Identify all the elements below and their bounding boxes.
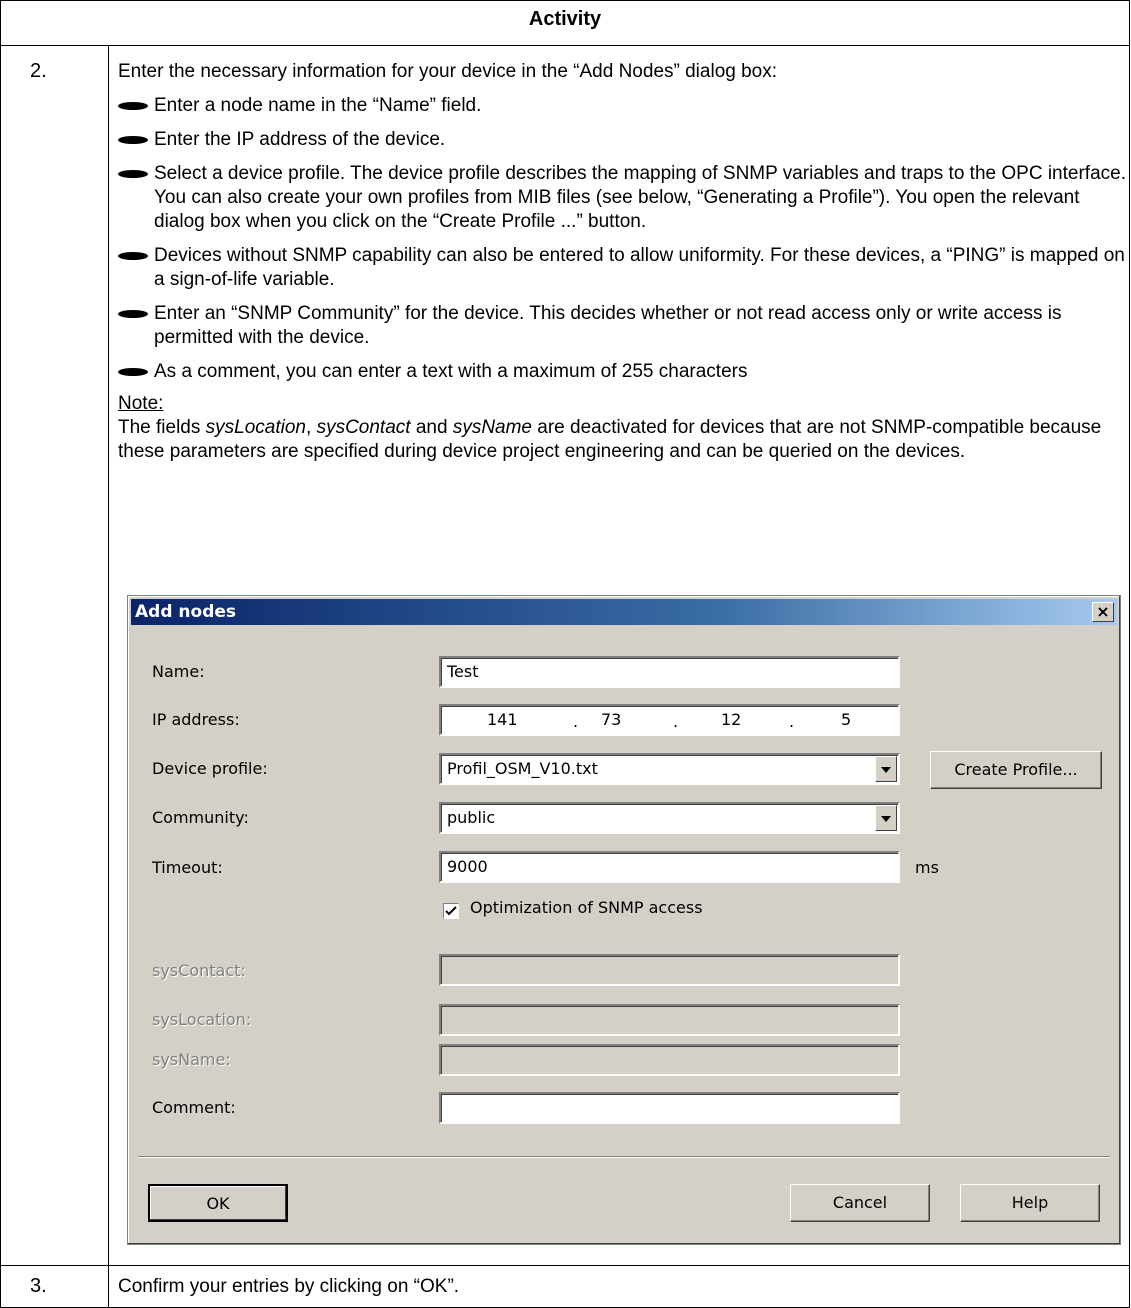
ip-separator: . — [573, 712, 579, 731]
device-profile-value: Profil_OSM_V10.txt — [447, 759, 598, 778]
optimization-checkbox[interactable] — [443, 903, 459, 919]
bullet-icon — [118, 252, 148, 260]
sysname-field — [439, 1044, 900, 1076]
bullet-icon — [118, 136, 148, 144]
bullet-icon — [118, 170, 148, 178]
bullet-item: Devices without SNMP capability can also… — [118, 244, 1126, 292]
cancel-button[interactable]: Cancel — [790, 1184, 930, 1222]
community-label: Community: — [152, 808, 249, 827]
syslocation-field — [439, 1004, 900, 1036]
table-border-top — [0, 0, 1130, 1]
dialog-title: Add nodes — [135, 602, 237, 622]
community-value: public — [447, 808, 496, 827]
add-nodes-dialog: Add nodes × Name: Test IP address: 141 .… — [127, 595, 1121, 1245]
step-2-content: Enter the necessary information for your… — [118, 60, 1126, 464]
ip-octet-1[interactable]: 141 — [487, 710, 518, 729]
chevron-down-icon[interactable] — [875, 805, 897, 831]
step-3-text: Confirm your entries by clicking on “OK”… — [118, 1276, 460, 1297]
bullet-icon — [118, 368, 148, 376]
help-button[interactable]: Help — [960, 1184, 1100, 1222]
syscontact-label: sysContact: — [152, 961, 246, 980]
ok-button[interactable]: OK — [148, 1184, 288, 1222]
close-button[interactable]: × — [1092, 602, 1114, 622]
ip-separator: . — [673, 712, 679, 731]
syslocation-label: sysLocation: — [152, 1010, 252, 1029]
timeout-unit: ms — [915, 858, 939, 877]
bullet-icon — [118, 102, 148, 110]
table-border-left — [0, 0, 1, 1308]
check-icon — [445, 906, 457, 916]
step-number-2: 2. — [30, 60, 47, 82]
timeout-field[interactable]: 9000 — [439, 851, 900, 883]
ip-octet-4[interactable]: 5 — [841, 710, 851, 729]
dialog-titlebar[interactable]: Add nodes × — [131, 599, 1117, 625]
close-icon: × — [1096, 602, 1110, 621]
syscontact-field — [439, 954, 900, 986]
device-profile-label: Device profile: — [152, 759, 268, 778]
row-divider — [0, 1265, 1130, 1266]
ip-octet-3[interactable]: 12 — [721, 710, 741, 729]
step-number-3: 3. — [30, 1275, 47, 1297]
note-label: Note: — [118, 393, 164, 414]
optimization-label[interactable]: Optimization of SNMP access — [470, 898, 703, 917]
bullet-icon — [118, 310, 148, 318]
table-header: Activity — [528, 8, 602, 30]
dialog-separator — [138, 1156, 1110, 1158]
bullet-item: As a comment, you can enter a text with … — [118, 360, 1126, 384]
name-label: Name: — [152, 662, 205, 681]
ip-address-field[interactable]: 141 . 73 . 12 . 5 — [439, 704, 900, 736]
comment-field[interactable] — [439, 1092, 900, 1124]
name-field[interactable]: Test — [439, 656, 900, 688]
ip-address-label: IP address: — [152, 710, 240, 729]
comment-label: Comment: — [152, 1098, 236, 1117]
table-border-right — [1129, 0, 1130, 1308]
bullet-item: Enter the IP address of the device. — [118, 128, 1126, 152]
step-2-intro: Enter the necessary information for your… — [118, 61, 778, 82]
bullet-item: Enter an “SNMP Community” for the device… — [118, 302, 1126, 350]
chevron-down-icon[interactable] — [875, 756, 897, 782]
ip-octet-2[interactable]: 73 — [601, 710, 621, 729]
header-divider — [0, 45, 1130, 46]
timeout-label: Timeout: — [152, 858, 223, 877]
sysname-label: sysName: — [152, 1050, 231, 1069]
ip-separator: . — [789, 712, 795, 731]
note-text: The fields sysLocation, sysContact and s… — [118, 417, 1102, 462]
column-divider — [108, 45, 109, 1308]
bullet-item: Enter a node name in the “Name” field. — [118, 94, 1126, 118]
device-profile-select[interactable]: Profil_OSM_V10.txt — [439, 753, 900, 785]
bullet-item: Select a device profile. The device prof… — [118, 162, 1126, 234]
create-profile-button[interactable]: Create Profile... — [930, 751, 1102, 789]
community-select[interactable]: public — [439, 802, 900, 834]
